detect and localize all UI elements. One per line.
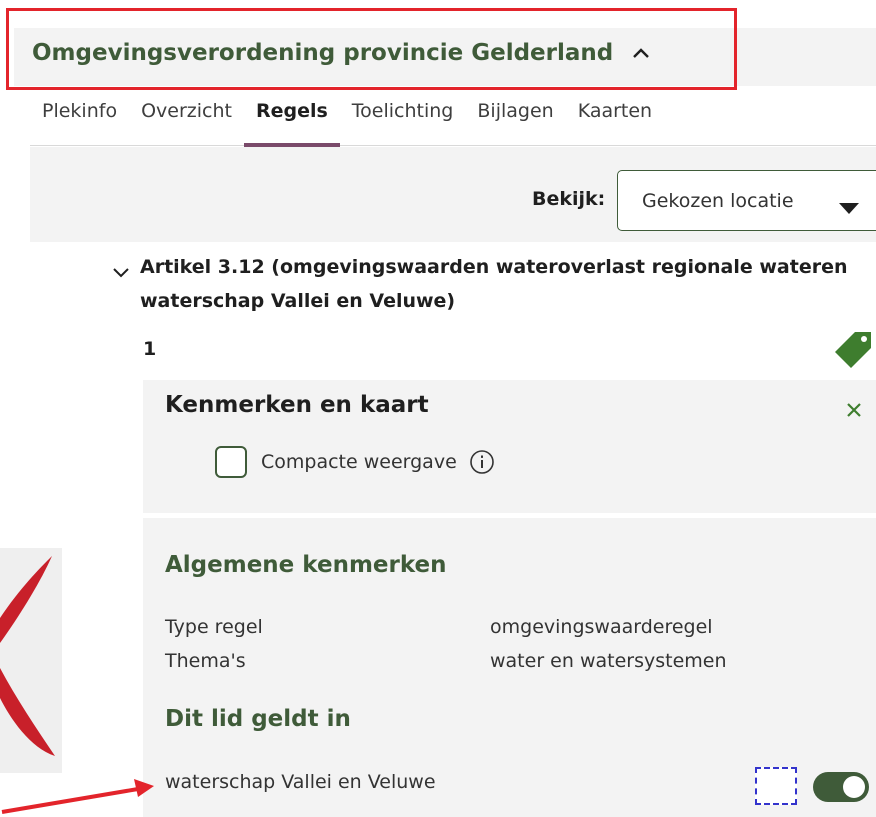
- compact-checkbox[interactable]: [215, 446, 247, 478]
- tab-toelichting[interactable]: Toelichting: [340, 96, 466, 146]
- bekijk-label: Bekijk:: [532, 188, 606, 210]
- annotation-arrow: [1, 779, 154, 814]
- info-icon[interactable]: [469, 449, 495, 475]
- dit-lid-geldt-in-title: Dit lid geldt in: [165, 706, 351, 732]
- kenmerk-key: Thema's: [165, 650, 246, 672]
- algemene-kenmerken-title: Algemene kenmerken: [165, 552, 447, 578]
- kenmerk-value: omgevingswaarderegel: [490, 616, 713, 638]
- map-legend-swatch: [755, 767, 797, 805]
- tab-bar: Plekinfo Overzicht Regels Toelichting Bi…: [30, 96, 876, 147]
- tab-kaarten[interactable]: Kaarten: [566, 96, 664, 146]
- kenmerk-key: Type regel: [165, 616, 263, 638]
- page: Omgevingsverordening provincie Gelderlan…: [0, 0, 876, 817]
- chevron-down-icon: [112, 256, 130, 290]
- location-select-value: Gekozen locatie: [642, 189, 794, 212]
- compact-option: Compacte weergave: [215, 446, 495, 478]
- algemene-kenmerken-panel: Algemene kenmerken Type regel omgevingsw…: [143, 518, 876, 817]
- map-layer-toggle[interactable]: [813, 772, 869, 802]
- tab-regels[interactable]: Regels: [243, 96, 340, 147]
- lid-number: 1: [143, 338, 157, 360]
- compact-label: Compacte weergave: [261, 451, 457, 473]
- view-bar: Bekijk: Gekozen locatie: [30, 147, 876, 242]
- annotation-highlight-box: [6, 8, 737, 90]
- tab-overzicht[interactable]: Overzicht: [129, 96, 244, 146]
- toggle-knob: [843, 776, 865, 798]
- tag-icon[interactable]: [833, 330, 873, 374]
- kenmerk-value: water en watersystemen: [490, 650, 727, 672]
- caret-down-icon: [839, 197, 859, 219]
- artikel-title: Artikel 3.12 (omgevingswaarden waterover…: [140, 256, 848, 312]
- close-icon[interactable]: [846, 402, 862, 422]
- kenmerk-row: Type regel omgevingswaarderegel: [165, 616, 713, 638]
- partial-logo: [0, 548, 62, 773]
- werkingsgebied-label: waterschap Vallei en Veluwe: [165, 771, 436, 793]
- kenmerken-title: Kenmerken en kaart: [165, 392, 429, 418]
- kenmerken-panel: Kenmerken en kaart Compacte weergave: [143, 380, 876, 513]
- tab-bijlagen[interactable]: Bijlagen: [465, 96, 565, 146]
- kenmerk-row: Thema's water en watersystemen: [165, 650, 727, 672]
- tab-plekinfo[interactable]: Plekinfo: [30, 96, 129, 146]
- artikel-toggle[interactable]: Artikel 3.12 (omgevingswaarden waterover…: [112, 250, 862, 318]
- location-select[interactable]: Gekozen locatie: [617, 170, 876, 231]
